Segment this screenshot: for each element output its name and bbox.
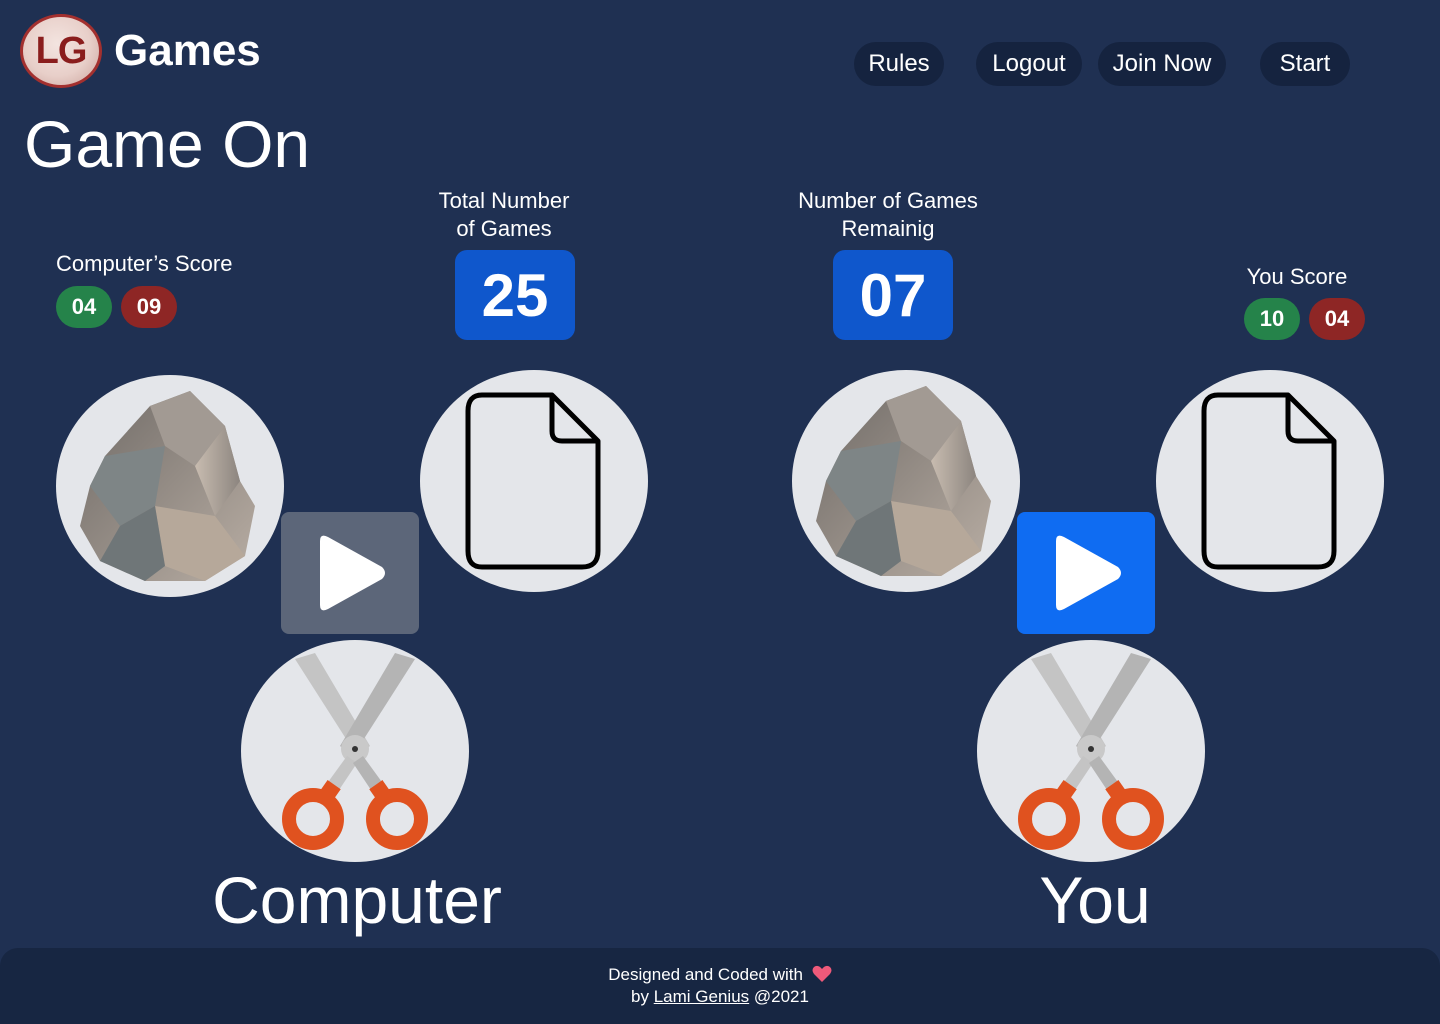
footer-line1: Designed and Coded with xyxy=(608,964,832,986)
you-losses-badge: 04 xyxy=(1309,298,1365,340)
footer-by-text: by xyxy=(631,987,649,1006)
total-games-label-line2: of Games xyxy=(456,216,552,241)
you-scissors-choice[interactable] xyxy=(977,640,1205,862)
you-rock-choice[interactable] xyxy=(792,370,1020,592)
footer-line2: by Lami Genius @2021 xyxy=(631,986,809,1008)
footer-credit-text: Designed and Coded with xyxy=(608,965,803,984)
remaining-games-counter: 07 xyxy=(833,250,953,340)
author-link[interactable]: Lami Genius xyxy=(654,987,749,1006)
paper-icon xyxy=(465,392,601,570)
you-wins-badge: 10 xyxy=(1244,298,1300,340)
nav-start-button[interactable]: Start xyxy=(1260,42,1350,86)
nav-logout-button[interactable]: Logout xyxy=(976,42,1082,86)
you-score-label: You Score xyxy=(1246,264,1348,289)
remaining-games-label-line2: Remainig xyxy=(841,216,935,241)
computer-wins-badge: 04 xyxy=(56,286,112,328)
scissors-icon xyxy=(282,653,428,850)
computer-score-label: Computer’s Score xyxy=(56,251,233,276)
you-name: You xyxy=(1039,863,1151,937)
nav-join-button[interactable]: Join Now xyxy=(1098,42,1226,86)
logo-text: LG xyxy=(35,29,88,72)
computer-play-button[interactable] xyxy=(281,512,419,634)
page-title: Game On xyxy=(24,107,311,181)
logo-badge[interactable]: LG xyxy=(20,14,102,88)
total-games-label-line1: Total Number xyxy=(438,188,570,213)
computer-scissors-choice[interactable] xyxy=(241,640,469,862)
you-play-button[interactable] xyxy=(1017,512,1155,634)
you-paper-choice[interactable] xyxy=(1156,370,1384,592)
footer: Designed and Coded with by Lami Genius @… xyxy=(0,948,1440,1024)
play-icon xyxy=(1056,535,1121,611)
computer-name: Computer xyxy=(212,863,502,937)
scissors-icon xyxy=(1018,653,1164,850)
play-icon xyxy=(320,535,385,611)
paper-icon xyxy=(1201,392,1337,570)
remaining-games-label-line1: Number of Games xyxy=(798,188,978,213)
computer-rock-choice[interactable] xyxy=(56,375,284,597)
computer-losses-badge: 09 xyxy=(121,286,177,328)
total-games-label: Total Number of Games xyxy=(404,187,604,243)
footer-year-text: @2021 xyxy=(753,987,809,1006)
brand-name: Games xyxy=(114,26,261,75)
remaining-games-label: Number of Games Remainig xyxy=(778,187,998,243)
total-games-counter: 25 xyxy=(455,250,575,340)
rock-icon xyxy=(80,391,255,581)
heart-icon xyxy=(812,965,832,982)
nav-rules-button[interactable]: Rules xyxy=(854,42,944,86)
computer-paper-choice[interactable] xyxy=(420,370,648,592)
rock-icon xyxy=(816,386,991,576)
